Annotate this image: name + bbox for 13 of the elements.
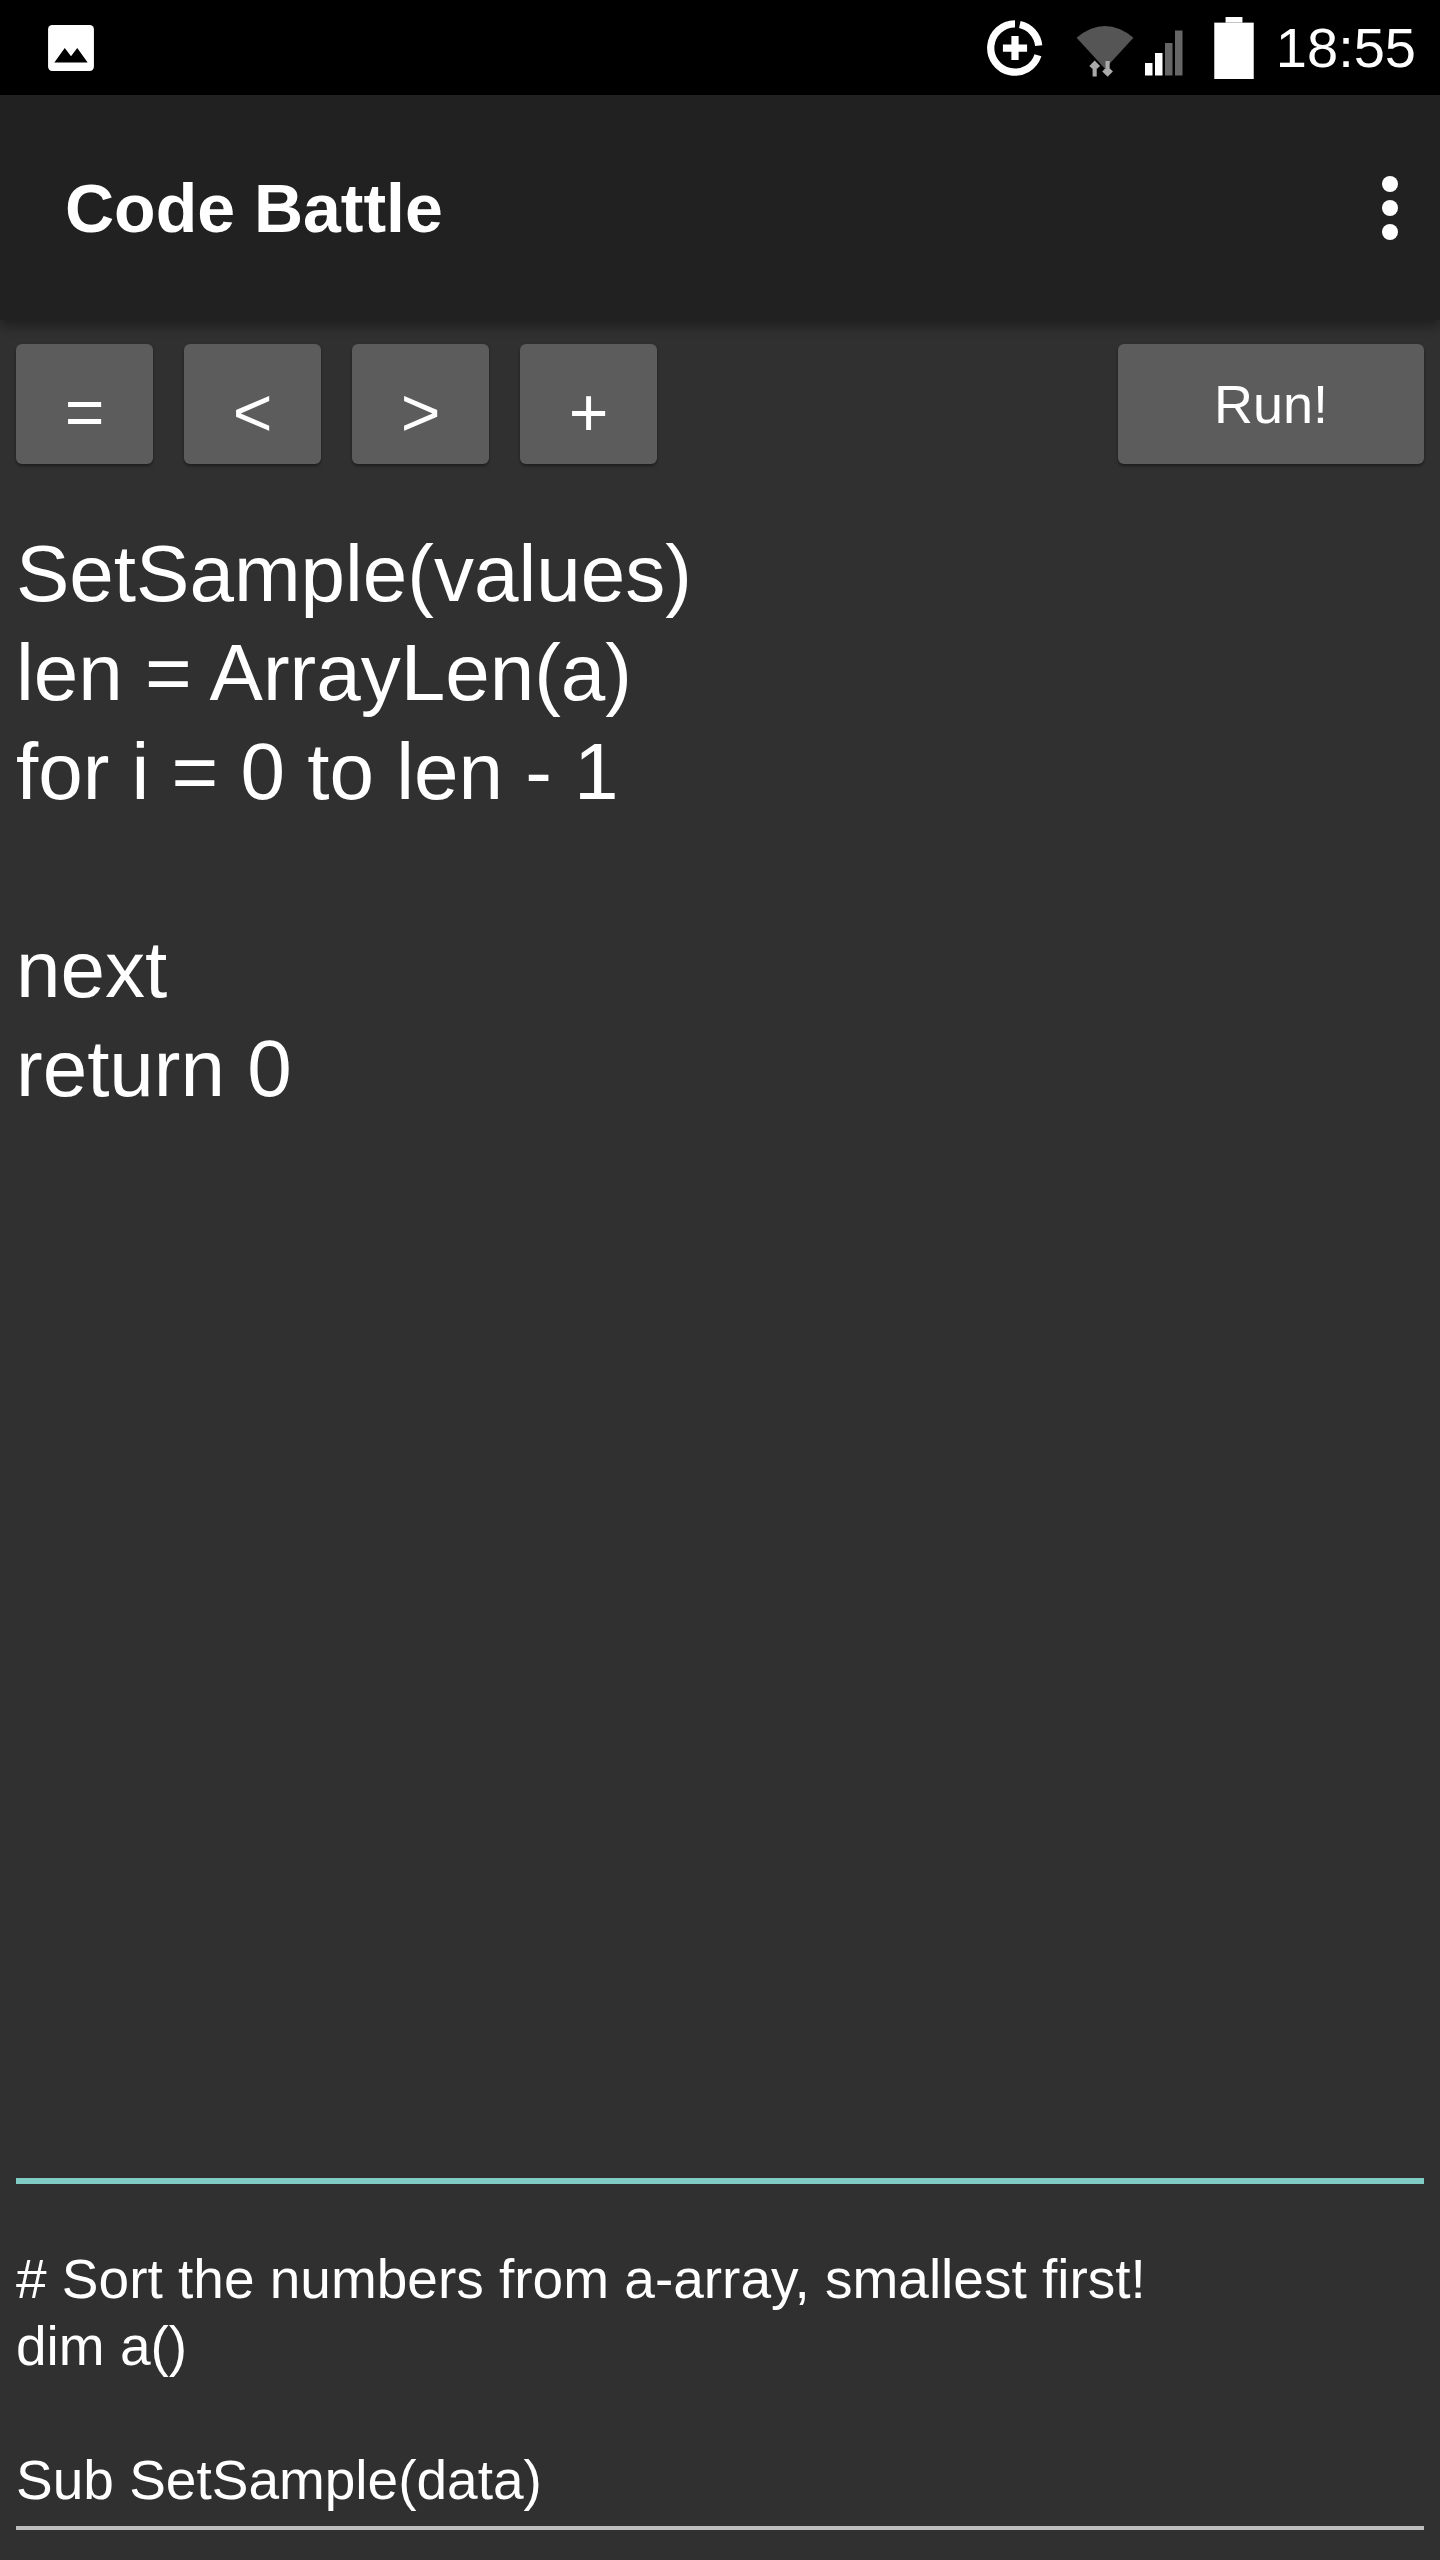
app-title: Code Battle bbox=[65, 168, 444, 247]
image-icon bbox=[46, 22, 96, 73]
task-description: # Sort the numbers from a-array, smallest first! dim a() Sub SetSample(data) bbox=[16, 2247, 1147, 2513]
symbol-key-button[interactable]: > bbox=[352, 344, 489, 464]
code-editor[interactable]: SetSample(values) len = ArrayLen(a) for i = 0 to len - 1 next return 0 bbox=[16, 524, 692, 1118]
symbol-key-button[interactable]: + bbox=[520, 344, 657, 464]
symbol-key-button[interactable]: = bbox=[16, 344, 153, 464]
clock-time: 18:55 bbox=[1275, 15, 1416, 80]
symbol-key-button[interactable]: < bbox=[184, 344, 321, 464]
data-saver-icon bbox=[985, 18, 1044, 77]
more-options-icon[interactable] bbox=[1380, 174, 1400, 241]
run-button[interactable]: Run! bbox=[1118, 344, 1424, 464]
battery-icon bbox=[1213, 16, 1254, 79]
